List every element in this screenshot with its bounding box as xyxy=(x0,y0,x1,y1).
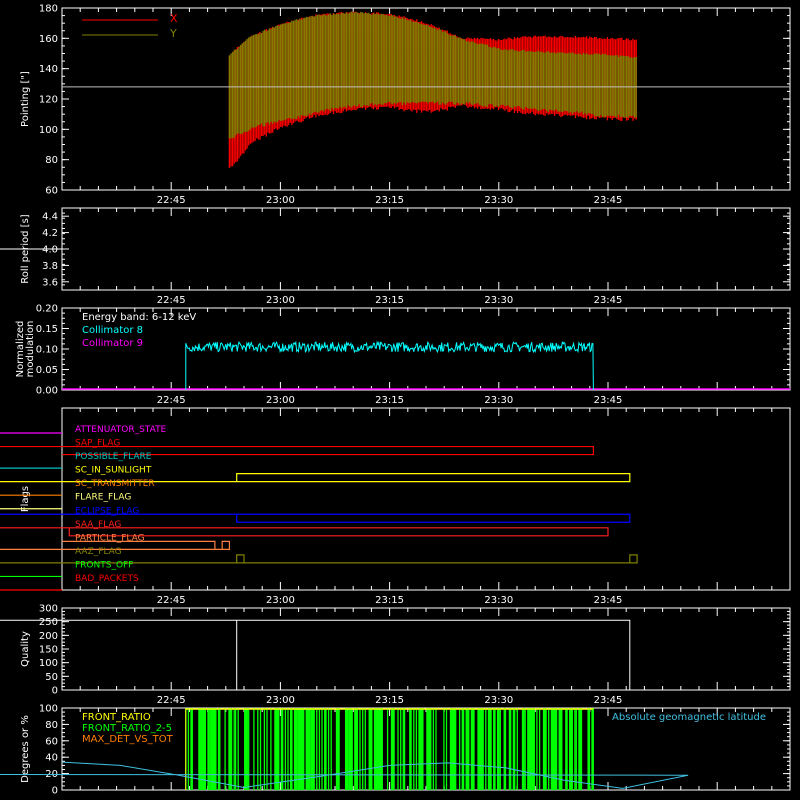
time-tick-label: 22:45 xyxy=(157,195,186,206)
time-tick-label: 23:45 xyxy=(594,295,623,306)
time-tick-label: 23:15 xyxy=(375,295,404,306)
time-tick-label: 23:00 xyxy=(266,595,295,606)
time-tick-label: 23:30 xyxy=(484,395,513,406)
time-tick-label: 23:00 xyxy=(266,295,295,306)
y-tick-label: 60 xyxy=(45,186,58,197)
geomagnetic-latitude-series xyxy=(0,761,689,789)
flag-label: SC_TRANSMITTER xyxy=(75,479,155,489)
y-tick-label: 0.10 xyxy=(36,345,58,356)
time-tick-label: 23:15 xyxy=(375,395,404,406)
flag-label: AAZ_FLAG xyxy=(75,547,122,557)
flag-label: SAP_FLAG xyxy=(75,439,120,449)
y-tick-label: 0.15 xyxy=(36,324,58,335)
y-tick-label: 300 xyxy=(39,604,58,615)
legend-front-ratio-2-5: FRONT_RATIO_2-5 xyxy=(82,723,172,734)
roll-period-panel: 22:4523:0023:1523:3023:4500:003.63.84.04… xyxy=(0,207,791,306)
y-tick-label: 120 xyxy=(39,95,58,106)
pointing-panel: 22:4523:0023:1523:3023:4500:006080100120… xyxy=(20,4,791,206)
y-tick-label: 0 xyxy=(52,786,58,797)
y-axis-label: Pointing ["] xyxy=(20,71,31,127)
y-tick-label: 4.4 xyxy=(42,212,58,223)
flag-label: ATTENUATOR_STATE xyxy=(75,425,167,435)
time-tick-label: 23:45 xyxy=(594,695,623,706)
y-tick-label: 160 xyxy=(39,34,58,45)
y-tick-label: 180 xyxy=(39,4,58,15)
flag-label: PARTICLE_FLAG xyxy=(75,533,145,543)
y-axis-label: Quality xyxy=(20,631,31,667)
quality-series xyxy=(0,619,631,691)
front-ratio-2-5-series xyxy=(185,708,594,790)
y-tick-label: 100 xyxy=(39,704,58,715)
modulation-panel: 22:4523:0023:1523:3023:4500:000.000.050.… xyxy=(15,304,791,406)
energy-band-annotation: Energy band: 6-12 keV xyxy=(82,312,196,323)
legend-collimator-9: Collimator 9 xyxy=(82,338,143,349)
flag-label: ECLIPSE_FLAG xyxy=(75,506,139,516)
y-tick-label: 0.00 xyxy=(36,386,58,397)
time-tick-label: 22:45 xyxy=(157,395,186,406)
y-tick-label: 3.8 xyxy=(42,261,58,272)
y-tick-label: 250 xyxy=(39,617,58,628)
y-tick-label: 4.0 xyxy=(42,245,58,256)
y-tick-label: 60 xyxy=(45,736,58,747)
legend-collimator-8: Collimator 8 xyxy=(82,325,143,336)
flag-label: FRONTS_OFF xyxy=(75,560,133,570)
y-tick-label: 80 xyxy=(45,720,58,731)
y-tick-label: 40 xyxy=(45,753,58,764)
time-tick-label: 23:30 xyxy=(484,695,513,706)
time-tick-label: 23:00 xyxy=(266,395,295,406)
time-tick-label: 23:15 xyxy=(375,595,404,606)
flag-label: BAD_PACKETS xyxy=(75,574,139,584)
y-tick-label: 100 xyxy=(39,658,58,669)
time-tick-label: 23:30 xyxy=(484,295,513,306)
legend-x-label: X xyxy=(170,12,178,25)
y-tick-label: 0.05 xyxy=(36,365,58,376)
y-tick-label: 4.2 xyxy=(42,228,58,239)
y-axis-label: Degrees or % xyxy=(20,715,31,783)
legend-front-ratio: FRONT_RATIO xyxy=(82,712,151,723)
flag-label: POSSIBLE_FLARE xyxy=(75,452,152,462)
y-tick-label: 200 xyxy=(39,631,58,642)
y-axis-label: modulation xyxy=(25,321,36,378)
y-tick-label: 100 xyxy=(39,125,58,136)
front-ratio-panel: 020406080100Degrees or % FRONT_RATIOFRONT… xyxy=(0,704,791,797)
flag-label: SC_IN_SUNLIGHT xyxy=(75,466,152,476)
flags-panel: 22:4523:0023:1523:3023:4500:00FlagsATTEN… xyxy=(0,407,791,606)
y-tick-label: 140 xyxy=(39,64,58,75)
flag-label: SAA_FLAG xyxy=(75,520,121,530)
y-tick-label: 50 xyxy=(45,672,58,683)
lightcurve-canvas: 22:4523:0023:1523:3023:4500:006080100120… xyxy=(0,0,800,800)
time-tick-label: 23:15 xyxy=(375,195,404,206)
time-tick-label: 23:45 xyxy=(594,595,623,606)
y-tick-label: 150 xyxy=(39,645,58,656)
time-tick-label: 23:45 xyxy=(594,395,623,406)
time-tick-label: 23:00 xyxy=(266,195,295,206)
time-tick-label: 23:15 xyxy=(375,695,404,706)
roll-period-frame xyxy=(61,207,791,291)
geomagnetic-latitude-label: Absolute geomagnetic latitude xyxy=(612,712,766,723)
legend-max-det-vs-tot: MAX_DET_VS_TOT xyxy=(82,734,174,745)
time-tick-label: 22:45 xyxy=(157,295,186,306)
time-tick-label: 23:30 xyxy=(484,595,513,606)
flag-label: FLARE_FLAG xyxy=(75,493,131,503)
time-tick-label: 23:45 xyxy=(594,195,623,206)
y-tick-label: 0 xyxy=(52,686,58,697)
y-tick-label: 0.20 xyxy=(36,304,58,315)
time-tick-label: 23:30 xyxy=(484,195,513,206)
y-tick-label: 3.6 xyxy=(42,277,58,288)
time-tick-label: 23:00 xyxy=(266,695,295,706)
time-tick-label: 22:45 xyxy=(157,595,186,606)
quality-panel: 22:4523:0023:1523:3023:4500:000501001502… xyxy=(0,604,791,706)
legend-y-label: Y xyxy=(169,27,177,40)
y-tick-label: 80 xyxy=(45,155,58,166)
time-tick-label: 22:45 xyxy=(157,695,186,706)
